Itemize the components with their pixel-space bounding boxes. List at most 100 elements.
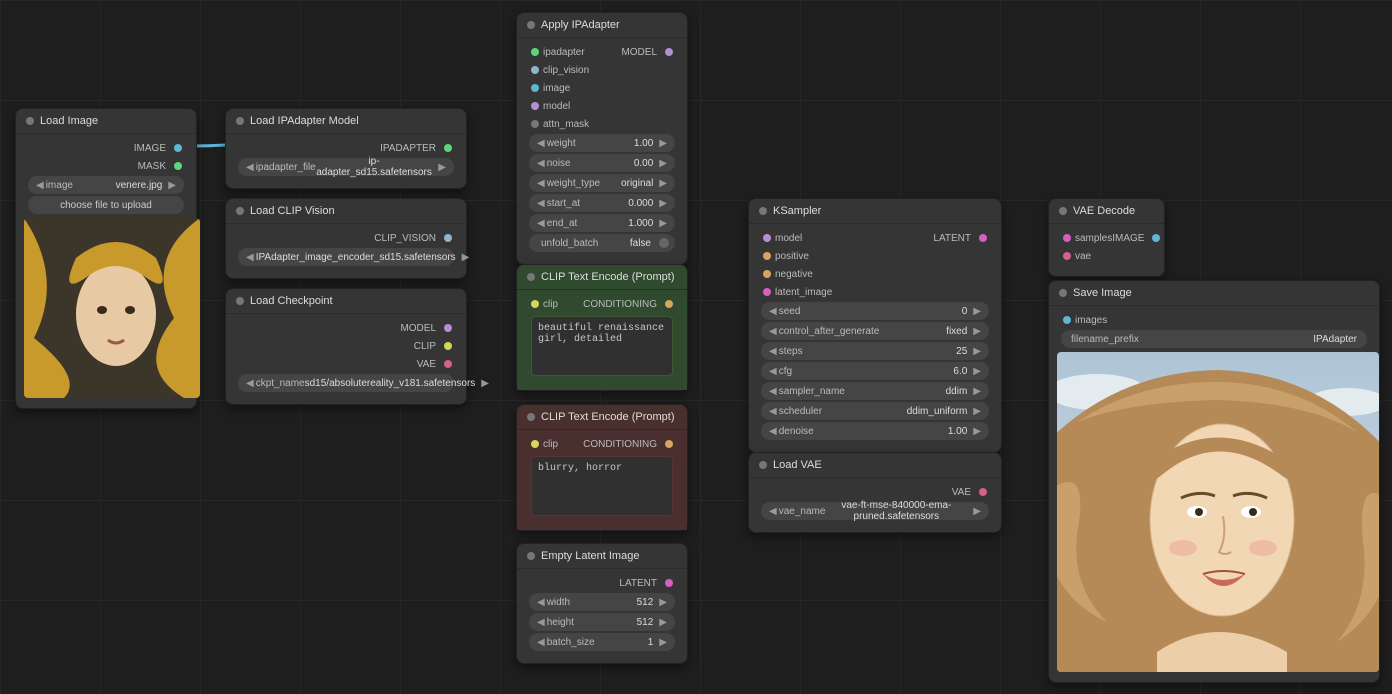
arrow-left-icon[interactable]: ◀ — [767, 366, 779, 377]
widget-vae-name[interactable]: ◀vae_namevae-ft-mse-840000-ema-pruned.sa… — [761, 502, 989, 520]
widget-scheduler[interactable]: ◀schedulerddim_uniform▶ — [761, 402, 989, 420]
node-titlebar[interactable]: VAE Decode — [1049, 199, 1164, 224]
collapse-dot-icon[interactable] — [759, 461, 767, 469]
arrow-left-icon[interactable]: ◀ — [535, 637, 547, 648]
arrow-right-icon[interactable]: ▶ — [460, 252, 472, 263]
input-port-clip[interactable] — [531, 440, 539, 448]
arrow-right-icon[interactable]: ▶ — [657, 178, 669, 189]
widget-batch-size[interactable]: ◀batch_size1▶ — [529, 633, 675, 651]
node-titlebar[interactable]: CLIP Text Encode (Prompt) — [517, 265, 687, 290]
collapse-dot-icon[interactable] — [236, 297, 244, 305]
arrow-right-icon[interactable]: ▶ — [657, 637, 669, 648]
node-titlebar[interactable]: Load VAE — [749, 453, 1001, 478]
widget-width[interactable]: ◀width512▶ — [529, 593, 675, 611]
widget-seed[interactable]: ◀seed0▶ — [761, 302, 989, 320]
node-apply-ipadapter[interactable]: Apply IPAdapter ipadapter MODEL clip_vis… — [516, 12, 688, 265]
node-graph-canvas[interactable]: Load Image IMAGE MASK ◀ image venere.jpg… — [0, 0, 1392, 694]
collapse-dot-icon[interactable] — [236, 207, 244, 215]
widget-denoise[interactable]: ◀denoise1.00▶ — [761, 422, 989, 440]
arrow-right-icon[interactable]: ▶ — [657, 198, 669, 209]
input-port-samples[interactable] — [1063, 234, 1071, 242]
arrow-left-icon[interactable]: ◀ — [767, 386, 779, 397]
output-port-clip[interactable] — [444, 342, 452, 350]
arrow-left-icon[interactable]: ◀ — [535, 198, 547, 209]
arrow-right-icon[interactable]: ▶ — [971, 426, 983, 437]
arrow-left-icon[interactable]: ◀ — [244, 252, 256, 263]
arrow-left-icon[interactable]: ◀ — [767, 506, 779, 517]
node-titlebar[interactable]: Load IPAdapter Model — [226, 109, 466, 134]
arrow-left-icon[interactable]: ◀ — [244, 378, 256, 389]
node-empty-latent-image[interactable]: Empty Latent Image LATENT ◀width512▶ ◀he… — [516, 543, 688, 664]
prompt-text-input[interactable]: blurry, horror — [531, 456, 673, 516]
arrow-right-icon[interactable]: ▶ — [971, 326, 983, 337]
arrow-right-icon[interactable]: ▶ — [657, 617, 669, 628]
arrow-left-icon[interactable]: ◀ — [767, 346, 779, 357]
arrow-right-icon[interactable]: ▶ — [479, 378, 491, 389]
output-port-image[interactable] — [174, 144, 182, 152]
widget-control-after-generate[interactable]: ◀control_after_generatefixed▶ — [761, 322, 989, 340]
arrow-right-icon[interactable]: ▶ — [971, 366, 983, 377]
node-titlebar[interactable]: Empty Latent Image — [517, 544, 687, 569]
arrow-right-icon[interactable]: ▶ — [971, 346, 983, 357]
arrow-right-icon[interactable]: ▶ — [657, 138, 669, 149]
collapse-dot-icon[interactable] — [527, 21, 535, 29]
collapse-dot-icon[interactable] — [26, 117, 34, 125]
prompt-text-input[interactable]: beautiful renaissance girl, detailed — [531, 316, 673, 376]
collapse-dot-icon[interactable] — [527, 413, 535, 421]
node-titlebar[interactable]: Save Image — [1049, 281, 1379, 306]
input-port-negative[interactable] — [763, 270, 771, 278]
output-port-conditioning[interactable] — [665, 440, 673, 448]
widget-cfg[interactable]: ◀cfg6.0▶ — [761, 362, 989, 380]
input-port-attn-mask[interactable] — [531, 120, 539, 128]
node-vae-decode[interactable]: VAE Decode samples IMAGE vae — [1048, 198, 1165, 277]
widget-ipadapter-file[interactable]: ◀ ipadapter_file ip-adapter_sd15.safeten… — [238, 158, 454, 176]
input-port-model[interactable] — [763, 234, 771, 242]
arrow-right-icon[interactable]: ▶ — [166, 180, 178, 191]
node-clip-text-encode-positive[interactable]: CLIP Text Encode (Prompt) clip CONDITION… — [516, 264, 688, 391]
input-port-clip-vision[interactable] — [531, 66, 539, 74]
arrow-left-icon[interactable]: ◀ — [767, 326, 779, 337]
node-load-vae[interactable]: Load VAE VAE ◀vae_namevae-ft-mse-840000-… — [748, 452, 1002, 533]
widget-ckpt-name[interactable]: ◀ ckpt_name sd15/absolutereality_v181.sa… — [238, 374, 454, 392]
input-port-images[interactable] — [1063, 316, 1071, 324]
input-port-ipadapter[interactable] — [531, 48, 539, 56]
output-port-conditioning[interactable] — [665, 300, 673, 308]
arrow-right-icon[interactable]: ▶ — [971, 406, 983, 417]
arrow-right-icon[interactable]: ▶ — [657, 597, 669, 608]
collapse-dot-icon[interactable] — [1059, 207, 1067, 215]
widget-steps[interactable]: ◀steps25▶ — [761, 342, 989, 360]
arrow-left-icon[interactable]: ◀ — [535, 218, 547, 229]
node-titlebar[interactable]: Load CLIP Vision — [226, 199, 466, 224]
output-port-model[interactable] — [665, 48, 673, 56]
node-titlebar[interactable]: Load Checkpoint — [226, 289, 466, 314]
output-port-vae[interactable] — [979, 488, 987, 496]
widget-filename-prefix[interactable]: filename_prefix IPAdapter — [1061, 330, 1367, 348]
node-titlebar[interactable]: Load Image — [16, 109, 196, 134]
node-load-ipadapter[interactable]: Load IPAdapter Model IPADAPTER ◀ ipadapt… — [225, 108, 467, 189]
widget-height[interactable]: ◀height512▶ — [529, 613, 675, 631]
input-port-image[interactable] — [531, 84, 539, 92]
arrow-left-icon[interactable]: ◀ — [535, 617, 547, 628]
widget-start-at[interactable]: ◀start_at0.000▶ — [529, 194, 675, 212]
widget-weight[interactable]: ◀weight1.00▶ — [529, 134, 675, 152]
collapse-dot-icon[interactable] — [759, 207, 767, 215]
node-load-checkpoint[interactable]: Load Checkpoint MODEL CLIP VAE ◀ ckpt_na… — [225, 288, 467, 405]
widget-end-at[interactable]: ◀end_at1.000▶ — [529, 214, 675, 232]
arrow-right-icon[interactable]: ▶ — [971, 506, 983, 517]
output-port-ipadapter[interactable] — [444, 144, 452, 152]
node-clip-text-encode-negative[interactable]: CLIP Text Encode (Prompt) clip CONDITION… — [516, 404, 688, 531]
arrow-right-icon[interactable]: ▶ — [971, 306, 983, 317]
node-load-image[interactable]: Load Image IMAGE MASK ◀ image venere.jpg… — [15, 108, 197, 409]
collapse-dot-icon[interactable] — [527, 273, 535, 281]
arrow-left-icon[interactable]: ◀ — [767, 426, 779, 437]
arrow-right-icon[interactable]: ▶ — [657, 158, 669, 169]
node-titlebar[interactable]: Apply IPAdapter — [517, 13, 687, 38]
arrow-left-icon[interactable]: ◀ — [244, 162, 256, 173]
output-port-vae[interactable] — [444, 360, 452, 368]
arrow-left-icon[interactable]: ◀ — [535, 178, 547, 189]
node-load-clip-vision[interactable]: Load CLIP Vision CLIP_VISION ◀ IPAdapter… — [225, 198, 467, 279]
output-port-model[interactable] — [444, 324, 452, 332]
widget-image-combo[interactable]: ◀ image venere.jpg ▶ — [28, 176, 184, 194]
arrow-left-icon[interactable]: ◀ — [535, 158, 547, 169]
node-save-image[interactable]: Save Image images filename_prefix IPAdap… — [1048, 280, 1380, 683]
